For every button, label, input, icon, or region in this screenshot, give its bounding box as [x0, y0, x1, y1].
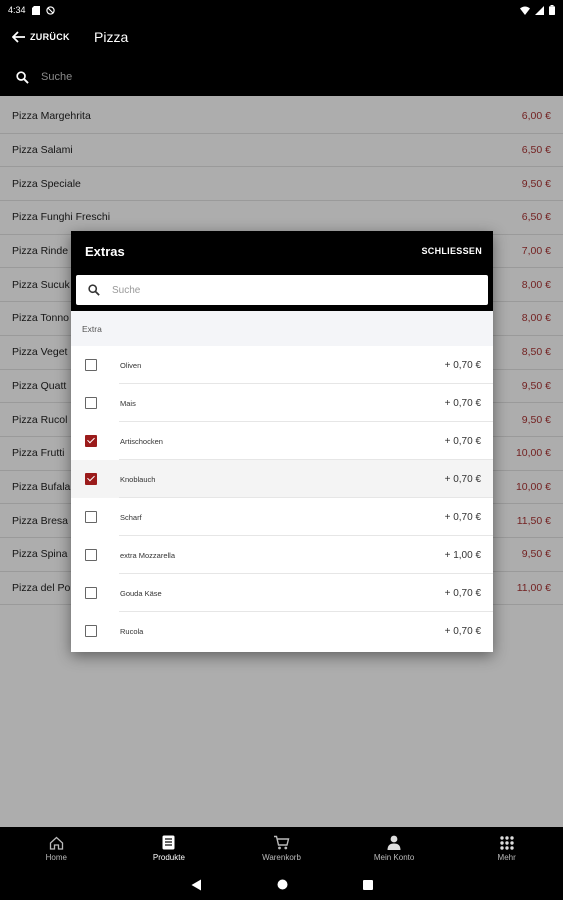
extra-item[interactable]: Knoblauch + 0,70 €: [71, 460, 493, 498]
section-header: Extra: [71, 311, 493, 346]
page-title: Pizza: [94, 29, 129, 45]
extra-item[interactable]: Oliven + 0,70 €: [71, 346, 493, 384]
signal-icon: [535, 5, 544, 15]
wifi-icon: [520, 6, 530, 15]
nav-warenkorb-label: Warenkorb: [262, 852, 301, 862]
nav-mein-konto-label: Mein Konto: [373, 852, 415, 862]
checkbox-checked[interactable]: [85, 435, 97, 447]
dialog-header: Extras SCHLIESSEN: [71, 231, 493, 271]
extra-item[interactable]: Artischocken + 0,70 €: [71, 422, 493, 460]
checkbox[interactable]: [85, 397, 97, 409]
nav-mehr-label: Mehr: [497, 852, 516, 862]
extra-item[interactable]: extra Mozzarella + 1,00 €: [71, 536, 493, 574]
back-button-label: ZURÜCK: [30, 32, 70, 42]
search-icon: [88, 284, 100, 296]
person-icon: [387, 835, 401, 851]
extra-name: Mais: [120, 398, 136, 408]
nav-home-label: Home: [45, 852, 67, 862]
dialog-search-bar[interactable]: [76, 275, 488, 305]
nav-home[interactable]: Home: [0, 827, 113, 869]
extra-price: + 0,70 €: [444, 397, 481, 409]
extra-price: + 0,70 €: [444, 435, 481, 447]
extra-name: Rucola: [120, 626, 144, 636]
bottom-navigation: Home Produkte Warenkorb Mein Konto Mehr: [0, 827, 563, 869]
nav-produkte[interactable]: Produkte: [113, 827, 226, 869]
arrow-back-icon: [12, 31, 25, 43]
checkbox[interactable]: [85, 511, 97, 523]
product-search-bar[interactable]: [0, 64, 563, 90]
extra-price: + 1,00 €: [444, 549, 481, 561]
extra-item[interactable]: Scharf + 0,70 €: [71, 498, 493, 536]
extra-item[interactable]: Rucola + 0,70 €: [71, 612, 493, 650]
battery-icon: [549, 5, 555, 15]
extra-item[interactable]: Gouda Käse + 0,70 €: [71, 574, 493, 612]
home-icon: [49, 835, 64, 851]
dialog-title: Extras: [85, 243, 125, 259]
search-icon: [16, 70, 29, 84]
extra-name: Oliven: [120, 360, 142, 370]
back-triangle-icon[interactable]: [191, 879, 202, 891]
extra-name: extra Mozzarella: [120, 550, 176, 560]
extra-price: + 0,70 €: [444, 511, 481, 523]
extra-name: Scharf: [120, 512, 142, 522]
extra-item[interactable]: Mais + 0,70 €: [71, 384, 493, 422]
no-disturb-icon: [45, 5, 55, 15]
status-time: 4:34: [8, 5, 26, 15]
nav-produkte-label: Produkte: [152, 852, 185, 862]
dialog-search-container: [71, 271, 493, 311]
nav-mehr[interactable]: Mehr: [450, 827, 563, 869]
back-button[interactable]: ZURÜCK: [12, 28, 70, 46]
home-circle-icon[interactable]: [277, 879, 288, 890]
status-bar: 4:34: [0, 0, 563, 20]
extra-price: + 0,70 €: [444, 625, 481, 637]
extra-name: Artischocken: [120, 436, 163, 446]
checkbox[interactable]: [85, 625, 97, 637]
extra-name: Knoblauch: [120, 474, 156, 484]
sd-card-icon: [31, 5, 40, 15]
extras-dialog: Extras SCHLIESSEN Extra Oliven + 0,70 € …: [71, 231, 493, 652]
close-button[interactable]: SCHLIESSEN: [421, 246, 482, 256]
grid-icon: [499, 835, 514, 851]
menu-book-icon: [162, 835, 175, 851]
extra-price: + 0,70 €: [444, 473, 481, 485]
nav-warenkorb[interactable]: Warenkorb: [225, 827, 338, 869]
extra-price: + 0,70 €: [444, 587, 481, 599]
extras-search-input[interactable]: [112, 284, 432, 296]
extra-name: Gouda Käse: [120, 588, 162, 598]
system-navigation-bar: [0, 869, 563, 900]
checkbox[interactable]: [85, 587, 97, 599]
cart-icon: [273, 835, 290, 851]
checkbox-checked[interactable]: [85, 473, 97, 485]
nav-mein-konto[interactable]: Mein Konto: [338, 827, 451, 869]
extra-price: + 0,70 €: [444, 359, 481, 371]
app-bar: ZURÜCK Pizza: [0, 20, 563, 96]
product-search-input[interactable]: [41, 71, 441, 83]
recents-square-icon[interactable]: [362, 879, 373, 890]
checkbox[interactable]: [85, 359, 97, 371]
checkbox[interactable]: [85, 549, 97, 561]
